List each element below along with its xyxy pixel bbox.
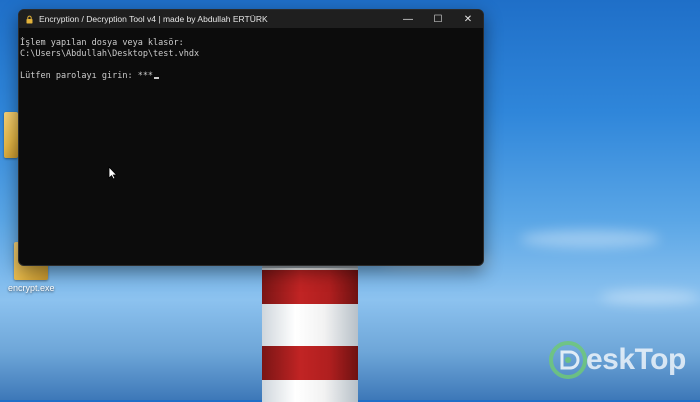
watermark-text: esk: [586, 343, 635, 376]
close-button[interactable]: ✕: [453, 10, 483, 28]
window-title: Encryption / Decryption Tool v4 | made b…: [39, 14, 268, 24]
watermark: esk Top: [548, 340, 686, 380]
minimize-button[interactable]: —: [393, 10, 423, 28]
desktop-icon-partial[interactable]: [4, 112, 18, 158]
cloud: [520, 230, 660, 248]
password-prompt: Lütfen parolayı girin: ***: [20, 71, 154, 81]
text-cursor: [154, 77, 160, 79]
watermark-text-2: Top: [634, 343, 687, 376]
folder-icon: [4, 112, 18, 158]
app-icon: [25, 15, 34, 24]
console-line: C:\Users\Abdullah\Desktop\test.vhdx: [20, 49, 200, 59]
console-output[interactable]: İşlem yapılan dosya veya klasör: C:\User…: [19, 28, 483, 82]
window-titlebar[interactable]: Encryption / Decryption Tool v4 | made b…: [19, 10, 483, 28]
console-window[interactable]: Encryption / Decryption Tool v4 | made b…: [18, 9, 484, 266]
cloud: [600, 290, 700, 304]
watermark-logo-icon: [549, 341, 587, 379]
desktop-icon-label: encrypt.exe: [8, 283, 55, 293]
mouse-pointer-icon: [108, 166, 118, 180]
maximize-button[interactable]: ☐: [423, 10, 453, 28]
console-line: Lütfen parolayı girin: ***: [20, 71, 483, 82]
lighthouse-wallpaper: [262, 262, 358, 402]
console-line: İşlem yapılan dosya veya klasör:: [20, 38, 184, 48]
